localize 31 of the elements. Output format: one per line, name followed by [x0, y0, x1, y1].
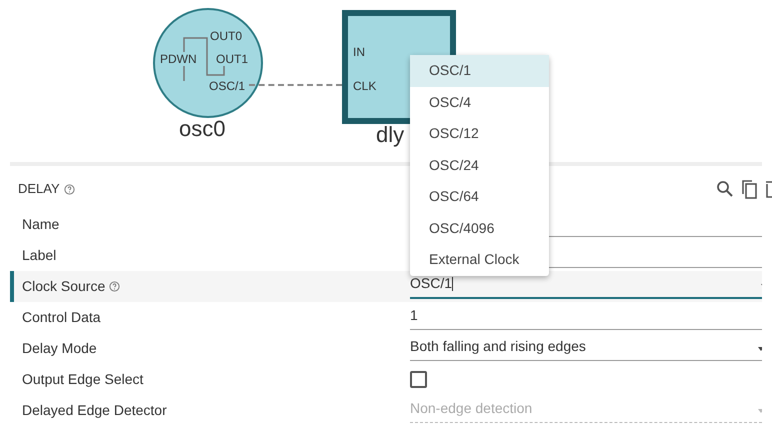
dropdown-option[interactable]: OSC/1 [410, 55, 549, 86]
copy-icon[interactable] [740, 179, 758, 199]
dropdown-option[interactable]: OSC/24 [410, 150, 549, 181]
field-label: Delayed Edge Detector [22, 401, 167, 420]
help-icon[interactable] [109, 281, 120, 292]
dropdown-option[interactable]: OSC/4 [410, 86, 549, 118]
panel-title: DELAY [18, 180, 60, 198]
pin-label: PDWN [160, 52, 197, 66]
field-label: Output Edge Select [22, 370, 144, 389]
node-label: osc0 [179, 115, 226, 143]
field-label: Label [22, 246, 56, 265]
dropdown-option[interactable]: OSC/4096 [410, 212, 549, 244]
pin-label: CLK [353, 78, 376, 95]
node-label: dly [376, 121, 404, 149]
pin-label: OUT0 [210, 28, 242, 45]
checkbox[interactable] [410, 371, 427, 388]
pin-label: OSC/1 [209, 78, 246, 95]
field-label: Name [22, 215, 60, 234]
select-field[interactable]: Both falling and rising edges [410, 336, 762, 361]
field-label: Delay Mode [22, 339, 97, 358]
help-icon[interactable] [64, 184, 75, 194]
dropdown-option[interactable]: OSC/64 [410, 181, 549, 212]
dropdown-option[interactable]: OSC/12 [410, 118, 549, 150]
input-field[interactable]: 1 [410, 305, 762, 330]
trash-icon[interactable] [764, 179, 772, 199]
search-icon[interactable] [716, 180, 734, 198]
pin-label: IN [353, 44, 365, 61]
dropdown-option[interactable]: External Clock [410, 244, 549, 276]
pin-label: OUT1 [216, 52, 248, 66]
field-label: Clock Source [22, 277, 106, 296]
field-label: Control Data [22, 308, 101, 327]
